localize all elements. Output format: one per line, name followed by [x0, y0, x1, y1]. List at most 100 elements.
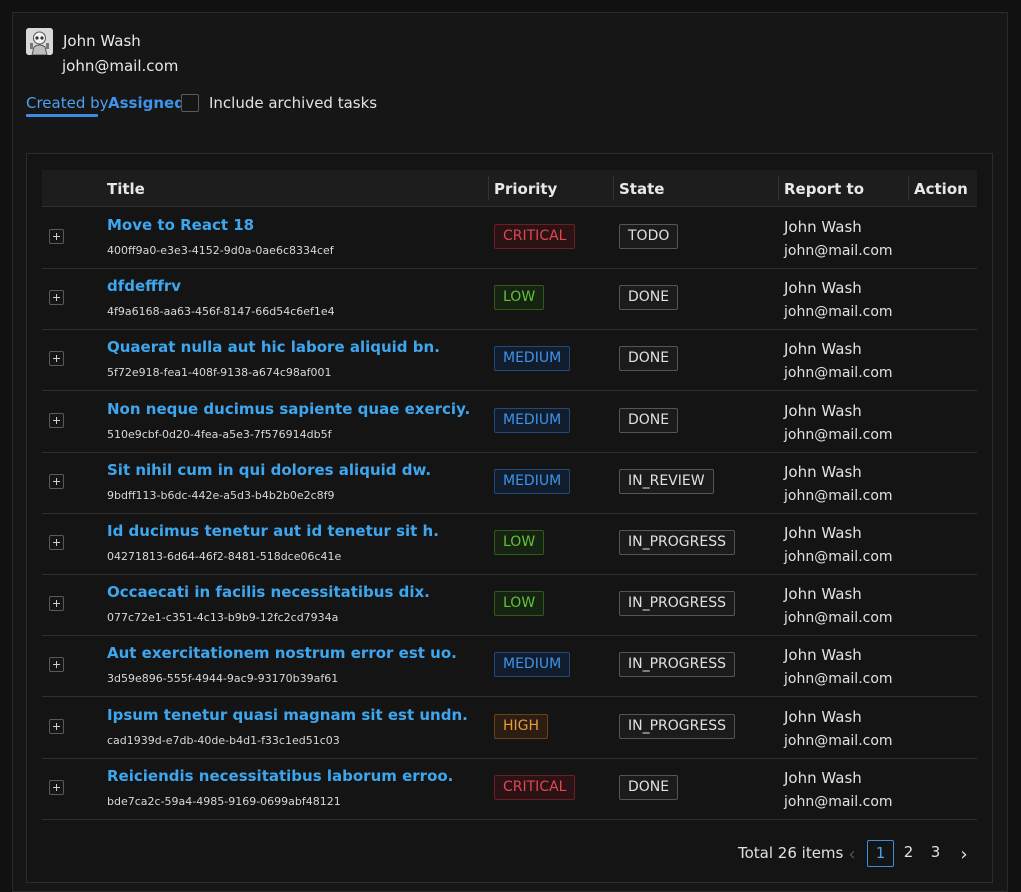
task-id: 9bdff113-b6dc-442e-a5d3-b4b2b0e2c8f9 — [107, 488, 335, 502]
report-to-email: john@mail.com — [784, 732, 893, 749]
task-title[interactable]: Id ducimus tenetur aut id tenetur sit h. — [107, 522, 439, 540]
table-row: Quaerat nulla aut hic labore aliquid bn.… — [42, 329, 977, 392]
report-to-email: john@mail.com — [784, 671, 893, 688]
header-priority: Priority — [494, 180, 558, 198]
header-divider — [778, 176, 779, 200]
header-action: Action — [914, 180, 968, 198]
header-state: State — [619, 180, 665, 198]
table-row: Move to React 18 400ff9a0-e3e3-4152-9d0a-… — [42, 207, 977, 269]
priority-tag: MEDIUM — [494, 346, 571, 372]
header-divider — [908, 176, 909, 200]
task-id: 400ff9a0-e3e3-4152-9d0a-0ae6c8334cef — [107, 244, 334, 257]
state-tag: IN_PROGRESS — [619, 591, 735, 617]
task-id: 510e9cbf-0d20-4fea-a5e3-7f576914db5f — [107, 427, 332, 441]
pagination: Total 26 items ‹ 1 2 3 › — [27, 840, 994, 870]
state-tag: DONE — [619, 346, 679, 372]
table-row: Non neque ducimus sapiente quae exerciy.… — [42, 391, 977, 453]
table-row: Ipsum tenetur quasi magnam sit est undn.… — [42, 697, 977, 759]
report-to-name: John Wash — [784, 646, 862, 665]
task-title[interactable]: dfdefffrv — [107, 277, 181, 295]
state-tag: IN_PROGRESS — [619, 530, 735, 555]
state-tag: DONE — [619, 285, 679, 311]
task-id: bde7ca2c-59a4-4985-9169-0699abf48121 — [107, 794, 341, 808]
include-archived-label[interactable]: Include archived tasks — [209, 94, 377, 112]
report-to-email: john@mail.com — [784, 304, 893, 321]
page-1[interactable]: 1 — [867, 840, 894, 867]
task-title[interactable]: Move to React 18 — [107, 216, 254, 234]
report-to-name: John Wash — [784, 462, 862, 481]
report-to-email: john@mail.com — [784, 243, 893, 259]
task-id: 3d59e896-555f-4944-9ac9-93170b39af61 — [107, 672, 339, 686]
expand-row-icon[interactable] — [49, 351, 64, 367]
page-2[interactable]: 2 — [895, 840, 922, 867]
avatar-robot-icon — [26, 28, 53, 55]
task-id: 04271813-6d64-46f2-8481-518dce06c41e — [107, 550, 342, 563]
expand-row-icon[interactable] — [49, 718, 64, 734]
tab-created-by[interactable]: Created by — [26, 94, 109, 112]
expand-row-icon[interactable] — [49, 290, 64, 306]
priority-tag: CRITICAL — [494, 224, 576, 249]
report-to-name: John Wash — [784, 707, 862, 726]
table-row: dfdefffrv 4f9a6168-aa63-456f-8147-66d54c6… — [42, 268, 977, 331]
user-avatar — [26, 28, 53, 55]
expand-row-icon[interactable] — [49, 535, 64, 550]
report-to-name: John Wash — [784, 768, 862, 787]
expand-row-icon[interactable] — [49, 412, 64, 428]
header-title: Title — [107, 180, 145, 198]
task-id: 5f72e918-fea1-408f-9138-a674c98af001 — [107, 366, 332, 380]
state-tag: IN_PROGRESS — [619, 652, 735, 678]
expand-row-icon[interactable] — [49, 473, 64, 489]
tasks-table: Title Priority State Report to Action Mo… — [26, 153, 993, 883]
task-id: cad1939d-e7db-40de-b4d1-f33c1ed51c03 — [107, 733, 340, 747]
expand-row-icon[interactable] — [49, 596, 64, 612]
task-title[interactable]: Aut exercitationem nostrum error est uo. — [107, 644, 457, 662]
priority-tag: HIGH — [494, 713, 549, 739]
state-tag: IN_REVIEW — [619, 468, 714, 494]
task-title[interactable]: Occaecati in facilis necessitatibus dix. — [107, 583, 430, 601]
table-row: Aut exercitationem nostrum error est uo.… — [42, 635, 977, 698]
state-tag: IN_PROGRESS — [619, 713, 735, 739]
report-to-email: john@mail.com — [784, 549, 893, 565]
task-title[interactable]: Quaerat nulla aut hic labore aliquid bn. — [107, 338, 440, 356]
header-report-to: Report to — [784, 180, 865, 198]
table-header: Title Priority State Report to Action — [42, 170, 977, 207]
report-to-email: john@mail.com — [784, 426, 893, 443]
report-to-name: John Wash — [784, 279, 862, 298]
report-to-name: John Wash — [784, 218, 862, 236]
report-to-name: John Wash — [784, 585, 862, 604]
task-title[interactable]: Sit nihil cum in qui dolores aliquid dw. — [107, 461, 431, 479]
table-row: Reiciendis necessitatibus laborum erroo.… — [42, 758, 977, 820]
task-id: 077c72e1-c351-4c13-b9b9-12fc2cd7934a — [107, 611, 339, 625]
page-3[interactable]: 3 — [922, 840, 949, 867]
tab-assigned[interactable]: Assigned — [108, 94, 185, 112]
report-to-name: John Wash — [784, 340, 862, 359]
total-items: Total 26 items — [738, 844, 844, 862]
next-page-icon[interactable]: › — [952, 842, 976, 868]
task-title[interactable]: Non neque ducimus sapiente quae exerciy. — [107, 400, 470, 418]
report-to-email: john@mail.com — [784, 365, 893, 382]
table-row: Id ducimus tenetur aut id tenetur sit h.… — [42, 513, 977, 575]
header-divider — [488, 176, 489, 200]
table-row: Occaecati in facilis necessitatibus dix.… — [42, 574, 977, 637]
table-row: Sit nihil cum in qui dolores aliquid dw.… — [42, 452, 977, 514]
priority-tag: MEDIUM — [494, 652, 571, 678]
state-tag: TODO — [619, 224, 679, 249]
task-title[interactable]: Reiciendis necessitatibus laborum erroo. — [107, 767, 453, 785]
expand-row-icon[interactable] — [49, 229, 64, 244]
include-archived-checkbox[interactable] — [181, 94, 199, 112]
priority-tag: LOW — [494, 530, 545, 555]
active-tab-underline — [26, 114, 98, 117]
expand-row-icon[interactable] — [49, 657, 64, 673]
report-to-email: john@mail.com — [784, 793, 893, 810]
priority-tag: MEDIUM — [494, 407, 571, 433]
task-title[interactable]: Ipsum tenetur quasi magnam sit est undn. — [107, 706, 468, 724]
expand-row-icon[interactable] — [49, 779, 64, 795]
priority-tag: MEDIUM — [494, 468, 571, 494]
task-id: 4f9a6168-aa63-456f-8147-66d54c6ef1e4 — [107, 305, 335, 319]
priority-tag: LOW — [494, 591, 545, 617]
prev-page-icon[interactable]: ‹ — [840, 842, 864, 868]
state-tag: DONE — [619, 774, 679, 800]
header-divider — [613, 176, 614, 200]
user-email: john@mail.com — [62, 57, 179, 75]
report-to-name: John Wash — [784, 401, 862, 420]
